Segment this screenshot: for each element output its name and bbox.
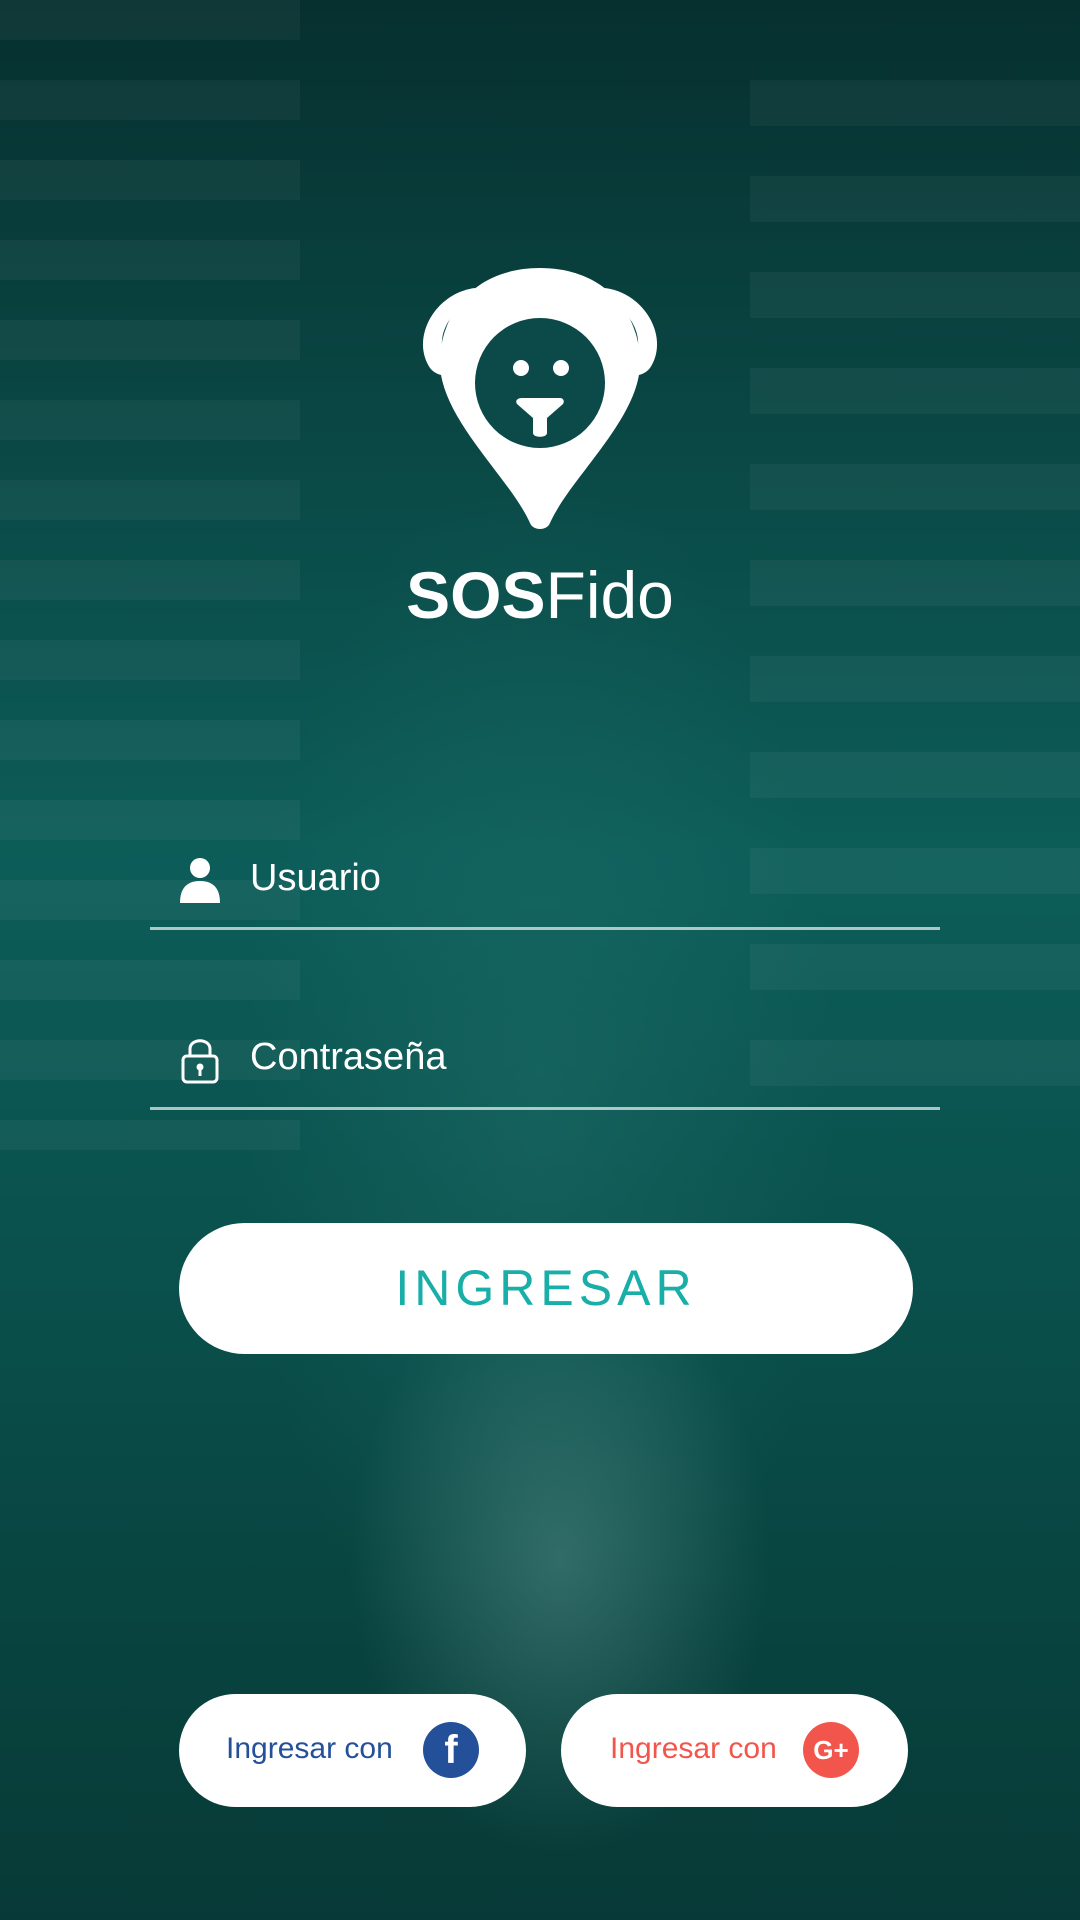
facebook-login-label: Ingresar con [226, 1732, 393, 1765]
app-brand-name: SOSFido [0, 555, 1080, 635]
password-placeholder: Contraseña [250, 1036, 447, 1078]
password-field[interactable]: Contraseña [150, 1014, 940, 1110]
brand-bold-part: SOS [406, 558, 546, 632]
brand-light-part: Fido [545, 558, 674, 632]
google-plus-icon: G+ [803, 1722, 859, 1778]
google-login-label: Ingresar con [610, 1732, 777, 1765]
username-placeholder: Usuario [250, 857, 381, 899]
facebook-login-button[interactable]: Ingresar con f [179, 1694, 526, 1807]
facebook-icon: f [423, 1722, 479, 1778]
lock-icon [181, 1039, 219, 1084]
login-button[interactable]: INGRESAR [179, 1223, 913, 1354]
google-login-button[interactable]: Ingresar con G+ [561, 1694, 908, 1807]
user-icon [180, 858, 220, 903]
dog-pin-logo-icon [422, 268, 658, 529]
username-field[interactable]: Usuario [150, 835, 940, 930]
